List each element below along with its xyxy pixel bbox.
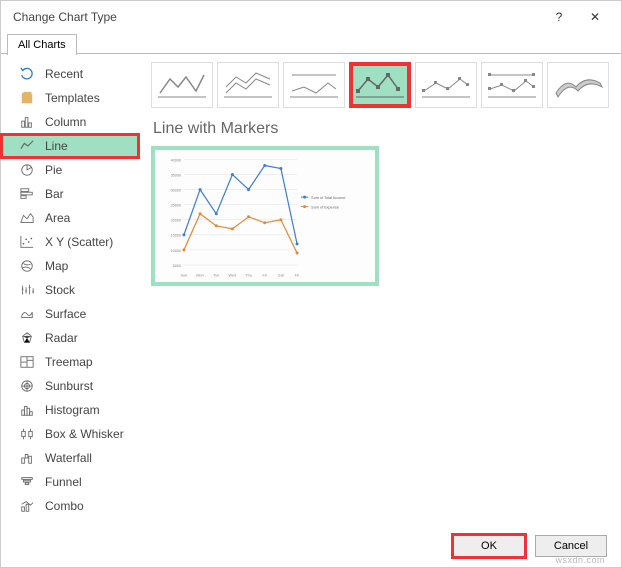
subtype-line-markers[interactable] [349, 62, 411, 108]
sidebar-item-pie[interactable]: Pie [1, 158, 139, 182]
svg-text:10000: 10000 [171, 249, 181, 253]
subtype-3d-line[interactable] [547, 62, 609, 108]
sidebar-item-label: Area [45, 211, 70, 225]
map-icon [19, 258, 35, 274]
svg-text:Tue: Tue [213, 273, 219, 277]
svg-text:Wed: Wed [229, 273, 237, 277]
svg-text:20000: 20000 [171, 219, 181, 223]
surface-icon [19, 306, 35, 322]
svg-text:Fri: Fri [263, 273, 268, 277]
svg-text:25000: 25000 [171, 204, 181, 208]
sidebar-item-combo[interactable]: Combo [1, 494, 139, 518]
svg-text:5000: 5000 [173, 264, 181, 268]
sidebar-item-label: Sunburst [45, 379, 93, 393]
sidebar-item-label: X Y (Scatter) [45, 235, 113, 249]
svg-text:Fri: Fri [295, 273, 300, 277]
chart-type-list: Recent Templates Column Line Pie Bar Are… [1, 54, 139, 524]
waterfall-icon [19, 450, 35, 466]
subtype-100-stacked-line-markers[interactable] [481, 62, 543, 108]
sidebar-item-label: Combo [45, 499, 84, 513]
sidebar-item-histogram[interactable]: Histogram [1, 398, 139, 422]
svg-text:40000: 40000 [171, 158, 181, 162]
tab-all-charts[interactable]: All Charts [7, 34, 77, 55]
treemap-icon [19, 354, 35, 370]
sidebar-item-label: Waterfall [45, 451, 92, 465]
sidebar-item-map[interactable]: Map [1, 254, 139, 278]
sidebar-item-label: Funnel [45, 475, 82, 489]
chart-subtype-title: Line with Markers [153, 120, 609, 138]
stock-icon [19, 282, 35, 298]
sidebar-item-column[interactable]: Column [1, 110, 139, 134]
sidebar-item-surface[interactable]: Surface [1, 302, 139, 326]
pie-icon [19, 162, 35, 178]
sidebar-item-scatter[interactable]: X Y (Scatter) [1, 230, 139, 254]
line-icon [19, 138, 35, 154]
svg-text:30000: 30000 [171, 188, 181, 192]
sidebar-item-radar[interactable]: Radar [1, 326, 139, 350]
sidebar-item-templates[interactable]: Templates [1, 86, 139, 110]
svg-text:Mon: Mon [196, 273, 203, 277]
sidebar-item-stock[interactable]: Stock [1, 278, 139, 302]
sidebar-item-label: Recent [45, 67, 83, 81]
sidebar-item-label: Bar [45, 187, 64, 201]
combo-icon [19, 498, 35, 514]
sidebar-item-label: Templates [45, 91, 100, 105]
sidebar-item-label: Surface [45, 307, 86, 321]
sidebar-item-label: Line [45, 139, 68, 153]
radar-icon [19, 330, 35, 346]
chart-preview[interactable]: 5000 10000 15000 20000 25000 30000 35000 40000 S… [151, 146, 379, 286]
sidebar-item-funnel[interactable]: Funnel [1, 470, 139, 494]
ok-button[interactable]: OK [453, 535, 525, 557]
area-icon [19, 210, 35, 226]
sidebar-item-label: Box & Whisker [45, 427, 124, 441]
subtype-line[interactable] [151, 62, 213, 108]
recent-icon [19, 66, 35, 82]
svg-text:Sum of Total Income: Sum of Total Income [311, 196, 345, 200]
subtype-stacked-line[interactable] [217, 62, 279, 108]
sidebar-item-waterfall[interactable]: Waterfall [1, 446, 139, 470]
svg-text:Sat: Sat [278, 273, 285, 277]
sidebar-item-label: Stock [45, 283, 75, 297]
scatter-icon [19, 234, 35, 250]
sidebar-item-label: Radar [45, 331, 78, 345]
histogram-icon [19, 402, 35, 418]
sunburst-icon [19, 378, 35, 394]
svg-text:Sum of Expense: Sum of Expense [311, 205, 339, 209]
sidebar-item-bar[interactable]: Bar [1, 182, 139, 206]
line-subtype-row [151, 62, 609, 108]
column-icon [19, 114, 35, 130]
sidebar-item-label: Column [45, 115, 86, 129]
sidebar-item-treemap[interactable]: Treemap [1, 350, 139, 374]
svg-text:35000: 35000 [171, 173, 181, 177]
templates-icon [19, 90, 35, 106]
sidebar-item-line[interactable]: Line [1, 134, 139, 158]
sidebar-item-boxwhisker[interactable]: Box & Whisker [1, 422, 139, 446]
sidebar-item-recent[interactable]: Recent [1, 62, 139, 86]
sidebar-item-label: Treemap [45, 355, 93, 369]
sidebar-item-label: Pie [45, 163, 62, 177]
close-button[interactable]: ✕ [577, 3, 613, 31]
subtype-stacked-line-markers[interactable] [415, 62, 477, 108]
boxwhisker-icon [19, 426, 35, 442]
sidebar-item-label: Histogram [45, 403, 100, 417]
svg-text:Thu: Thu [245, 273, 252, 277]
funnel-icon [19, 474, 35, 490]
svg-text:15000: 15000 [171, 234, 181, 238]
sidebar-item-sunburst[interactable]: Sunburst [1, 374, 139, 398]
sidebar-item-area[interactable]: Area [1, 206, 139, 230]
subtype-100-stacked-line[interactable] [283, 62, 345, 108]
svg-text:Sun: Sun [181, 273, 188, 277]
window-title: Change Chart Type [13, 10, 541, 24]
help-button[interactable]: ? [541, 3, 577, 31]
bar-icon [19, 186, 35, 202]
sidebar-item-label: Map [45, 259, 68, 273]
cancel-button[interactable]: Cancel [535, 535, 607, 557]
